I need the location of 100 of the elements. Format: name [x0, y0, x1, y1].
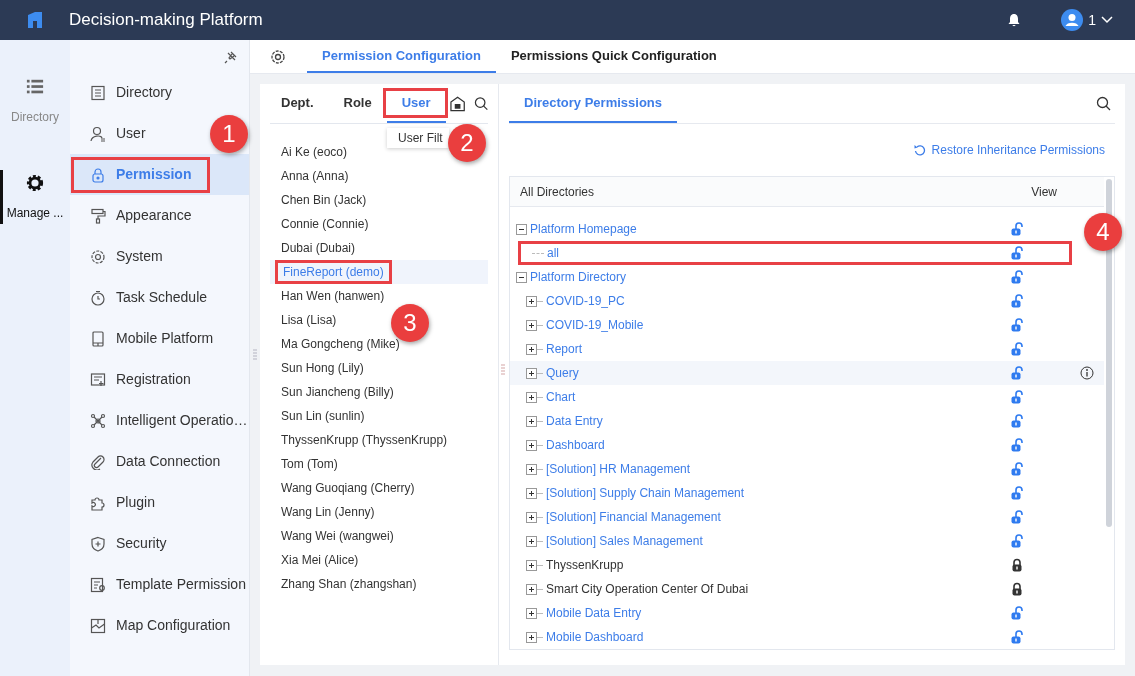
panel-tab[interactable]: Directory Permissions — [509, 84, 677, 123]
unlocked-icon[interactable] — [1011, 414, 1023, 428]
expand-icon[interactable] — [526, 607, 537, 619]
menu-item[interactable]: Appearance — [70, 195, 198, 236]
unlocked-icon[interactable] — [1011, 510, 1023, 524]
tab[interactable]: Role — [328, 84, 387, 123]
unlocked-icon[interactable] — [1011, 606, 1023, 620]
unlocked-icon[interactable] — [1011, 534, 1023, 548]
tree-row[interactable]: Mobile Data Entry — [510, 601, 1080, 625]
user-item[interactable]: Wang Wei (wangwei) — [270, 524, 398, 548]
lock-icon[interactable] — [1011, 582, 1023, 596]
search-icon[interactable] — [1096, 96, 1111, 111]
collapse-icon[interactable] — [516, 271, 527, 283]
menu-item[interactable]: Task Schedule — [70, 277, 214, 318]
tree-row[interactable]: Dashboard — [510, 433, 1080, 457]
expand-icon[interactable] — [526, 343, 537, 355]
menu-item[interactable]: Data Connection — [70, 441, 227, 482]
user-item[interactable]: Sun Hong (Lily) — [270, 356, 368, 380]
search-icon[interactable] — [473, 96, 488, 111]
user-item[interactable]: Tom (Tom) — [270, 452, 342, 476]
user-item[interactable]: Sun Jiancheng (Billy) — [270, 380, 398, 404]
user-item[interactable]: ThyssenKrupp (ThyssenKrupp) — [270, 428, 452, 452]
restore-link[interactable]: Restore Inheritance Permissions — [913, 141, 1105, 159]
tree-row[interactable]: COVID-19_Mobile — [510, 313, 1080, 337]
unlocked-icon[interactable] — [1011, 486, 1023, 500]
tree-row[interactable]: [Solution] Supply Chain Management — [510, 481, 1080, 505]
user-item[interactable]: Anna (Anna) — [270, 164, 353, 188]
bell-icon[interactable] — [1007, 13, 1022, 27]
list-icon[interactable] — [25, 78, 45, 96]
user-item[interactable]: Lisa (Lisa) — [270, 308, 341, 332]
unpin-icon[interactable] — [224, 51, 237, 64]
unlocked-icon[interactable] — [1011, 366, 1023, 380]
user-item[interactable]: FineReport (demo) — [270, 260, 488, 284]
menu-item[interactable]: Mobile Platform — [70, 318, 220, 359]
tree-row[interactable]: Mobile Dashboard — [510, 625, 1080, 649]
tree-row[interactable]: Report — [510, 337, 1080, 361]
menu-item[interactable]: Directory — [70, 72, 178, 113]
expand-icon[interactable] — [526, 511, 537, 523]
user-name[interactable]: 1 — [1088, 9, 1096, 31]
user-item[interactable]: Connie (Connie) — [270, 212, 373, 236]
expand-icon[interactable] — [526, 631, 537, 643]
unlocked-icon[interactable] — [1011, 342, 1023, 356]
user-item[interactable]: Wang Guoqiang (Cherry) — [270, 476, 419, 500]
info-icon[interactable] — [1080, 366, 1094, 380]
tree-row[interactable]: Platform Homepage — [510, 217, 1080, 241]
tree-row[interactable]: Data Entry — [510, 409, 1080, 433]
gear-icon[interactable] — [25, 174, 45, 192]
unlocked-icon[interactable] — [1011, 438, 1023, 452]
user-item[interactable]: Han Wen (hanwen) — [270, 284, 389, 308]
expand-icon[interactable] — [526, 295, 537, 307]
expand-icon[interactable] — [526, 463, 537, 475]
grip-icon[interactable] — [501, 364, 505, 376]
chevron-down-icon[interactable] — [1101, 16, 1113, 24]
menu-item[interactable]: Template Permission — [70, 564, 252, 605]
menu-item[interactable]: Map Configuration — [70, 605, 237, 646]
expand-icon[interactable] — [526, 391, 537, 403]
tab[interactable]: Permission Configuration — [307, 40, 496, 73]
collapse-icon[interactable] — [516, 223, 527, 235]
unlocked-icon[interactable] — [1011, 246, 1023, 260]
unlocked-icon[interactable] — [1011, 390, 1023, 404]
expand-icon[interactable] — [526, 487, 537, 499]
unlocked-icon[interactable] — [1011, 222, 1023, 236]
expand-icon[interactable] — [526, 583, 537, 595]
menu-item[interactable]: System — [70, 236, 169, 277]
unlocked-icon[interactable] — [1011, 630, 1023, 644]
settings-icon[interactable] — [270, 48, 286, 65]
menu-item[interactable]: User — [70, 113, 152, 154]
lock-icon[interactable] — [1011, 558, 1023, 572]
unlocked-icon[interactable] — [1011, 318, 1023, 332]
user-item[interactable]: Ai Ke (eoco) — [270, 140, 352, 164]
tree-row[interactable]: Platform Directory — [510, 265, 1080, 289]
expand-icon[interactable] — [526, 439, 537, 451]
user-item[interactable]: Chen Bin (Jack) — [270, 188, 371, 212]
menu-item[interactable]: Security — [70, 523, 173, 564]
tree-row[interactable]: ThyssenKrupp — [510, 553, 1080, 577]
tree-row[interactable]: [Solution] HR Management — [510, 457, 1080, 481]
tab[interactable]: Permissions Quick Configuration — [495, 40, 732, 73]
tree-row[interactable]: [Solution] Financial Management — [510, 505, 1080, 529]
unlocked-icon[interactable] — [1011, 294, 1023, 308]
tree-row[interactable]: COVID-19_PC — [510, 289, 1080, 313]
tab[interactable]: Dept. — [270, 84, 329, 123]
unlocked-icon[interactable] — [1011, 462, 1023, 476]
menu-item[interactable]: Plugin — [70, 482, 161, 523]
expand-icon[interactable] — [526, 367, 537, 379]
expand-icon[interactable] — [526, 319, 537, 331]
expand-icon[interactable] — [526, 535, 537, 547]
menu-item[interactable]: Intelligent Operatio… — [70, 400, 254, 441]
tree-row[interactable]: Chart — [510, 385, 1080, 409]
expand-icon[interactable] — [526, 559, 537, 571]
user-item[interactable]: Wang Lin (Jenny) — [270, 500, 379, 524]
avatar-icon[interactable] — [1061, 9, 1084, 31]
unlocked-icon[interactable] — [1011, 270, 1023, 284]
user-item[interactable]: Zhang Shan (zhangshan) — [270, 572, 421, 596]
user-item[interactable]: Dubai (Dubai) — [270, 236, 360, 260]
tree-row[interactable]: Smart City Operation Center Of Dubai — [510, 577, 1080, 601]
user-item[interactable]: Xia Mei (Alice) — [270, 548, 363, 572]
user-item[interactable]: Sun Lin (sunlin) — [270, 404, 369, 428]
expand-icon[interactable] — [526, 415, 537, 427]
menu-item[interactable]: Registration — [70, 359, 197, 400]
tree-row[interactable]: [Solution] Sales Management — [510, 529, 1080, 553]
